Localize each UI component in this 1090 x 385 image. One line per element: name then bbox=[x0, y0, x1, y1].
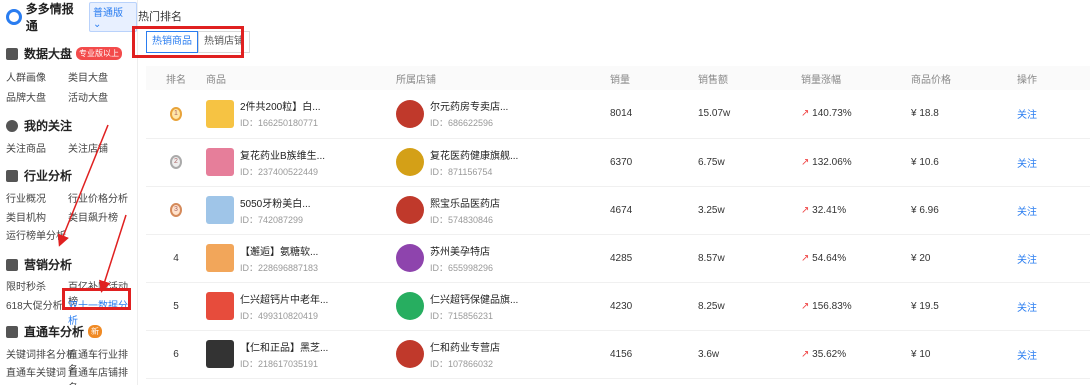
product-id: ID：228696887183 bbox=[240, 262, 319, 273]
shop-id: ID：574830846 bbox=[430, 214, 494, 225]
table-row[interactable]: 5 仁兴超钙片中老年... ID：499310820419 仁兴超钙保健品旗... ID… bbox=[146, 282, 1090, 331]
col-price: 商品价格 bbox=[911, 66, 1017, 90]
growth-value: 54.64% bbox=[812, 252, 847, 264]
shop-logo[interactable] bbox=[396, 148, 424, 176]
growth-value: 156.83% bbox=[812, 300, 852, 312]
sales-value: 8014 bbox=[610, 90, 698, 139]
amount-value: 3.25w bbox=[698, 186, 801, 235]
price-value: ¥ 19.5 bbox=[911, 282, 1017, 331]
table-row[interactable]: 3 5050牙粉美白... ID：742087299 熙宝乐品医药店 ID：574830… bbox=[146, 186, 1090, 235]
product-name[interactable]: 5050牙粉美白... bbox=[240, 195, 330, 210]
col-growth: 销量涨幅 bbox=[801, 66, 911, 90]
col-shop: 所属店铺 bbox=[396, 66, 610, 90]
product-id: ID：742087299 bbox=[240, 214, 304, 225]
page-title: 热门排名 bbox=[138, 11, 182, 23]
shop-id: ID：686622596 bbox=[430, 118, 494, 129]
trend-up-icon: ↗ bbox=[801, 156, 813, 168]
growth-value: 132.06% bbox=[812, 156, 852, 168]
product-id: ID：499310820419 bbox=[240, 310, 319, 321]
product-name[interactable]: 2件共200粒】白... bbox=[240, 98, 330, 113]
sales-value: 4230 bbox=[610, 282, 698, 331]
product-name[interactable]: 【仁和正品】黑芝... bbox=[240, 339, 330, 354]
main-content: 热门排名 热销商品 热销店铺 排名 商品 所属店铺 销量 销售额 销量涨幅 商品… bbox=[132, 0, 1090, 385]
price-value: ¥ 10 bbox=[911, 330, 1017, 379]
product-id: ID：237400522449 bbox=[240, 166, 319, 177]
sales-value: 6370 bbox=[610, 138, 698, 187]
sales-value: 4156 bbox=[610, 330, 698, 379]
product-thumbnail[interactable] bbox=[206, 244, 234, 272]
trend-up-icon: ↗ bbox=[801, 204, 813, 216]
product-thumbnail[interactable] bbox=[206, 292, 234, 320]
rank-number: 4 bbox=[173, 252, 179, 264]
tabs-highlight-box bbox=[132, 26, 244, 58]
follow-button[interactable]: 关注 bbox=[1017, 255, 1037, 266]
table-row[interactable]: 1 2件共200粒】白... ID：166250180771 尔元药房专卖店... ID… bbox=[146, 90, 1090, 139]
rank-number: 5 bbox=[173, 300, 179, 312]
shop-logo[interactable] bbox=[396, 340, 424, 368]
product-name[interactable]: 复花药业B族维生... bbox=[240, 147, 330, 162]
amount-value: 8.57w bbox=[698, 234, 801, 283]
follow-button[interactable]: 关注 bbox=[1017, 303, 1037, 314]
medal-icon: 3 bbox=[170, 203, 182, 217]
shop-name[interactable]: 仁兴超钙保健品旗... bbox=[430, 291, 550, 306]
shop-logo[interactable] bbox=[396, 292, 424, 320]
sales-value: 4285 bbox=[610, 234, 698, 283]
trend-up-icon: ↗ bbox=[801, 108, 813, 120]
medal-icon: 2 bbox=[170, 155, 182, 169]
table-row[interactable]: 2 复花药业B族维生... ID：237400522449 复花医药健康旗舰... ID… bbox=[146, 138, 1090, 187]
follow-button[interactable]: 关注 bbox=[1017, 159, 1037, 170]
col-action: 操作 bbox=[1017, 66, 1090, 90]
product-id: ID：218617035191 bbox=[240, 358, 319, 369]
rank-number: 6 bbox=[173, 348, 179, 360]
trend-up-icon: ↗ bbox=[801, 252, 813, 264]
growth-value: 32.41% bbox=[812, 204, 847, 216]
col-amount: 销售额 bbox=[698, 66, 801, 90]
product-name[interactable]: 【邂逅】氨糖软... bbox=[240, 243, 330, 258]
col-rank: 排名 bbox=[146, 66, 206, 90]
product-name[interactable]: 仁兴超钙片中老年... bbox=[240, 291, 330, 306]
follow-button[interactable]: 关注 bbox=[1017, 351, 1037, 362]
shop-logo[interactable] bbox=[396, 244, 424, 272]
ranking-table: 排名 商品 所属店铺 销量 销售额 销量涨幅 商品价格 操作 1 2件共200粒】… bbox=[146, 66, 1090, 379]
product-thumbnail[interactable] bbox=[206, 148, 234, 176]
sidebar: 多多情报通 普通版 ⌄ 数据大盘 专业版以上 人群画像 类目大盘 品牌大盘 活动… bbox=[0, 0, 138, 385]
shop-logo[interactable] bbox=[396, 99, 424, 128]
product-thumbnail[interactable] bbox=[206, 99, 234, 128]
shop-id: ID：871156754 bbox=[430, 166, 493, 177]
shop-logo[interactable] bbox=[396, 196, 424, 224]
medal-icon: 1 bbox=[170, 106, 182, 121]
growth-value: 35.62% bbox=[812, 348, 847, 360]
table-row[interactable]: 4 【邂逅】氨糖软... ID：228696887183 苏州美孕特店 ID：65599… bbox=[146, 234, 1090, 283]
shop-name[interactable]: 仁和药业专营店 bbox=[430, 339, 550, 354]
shop-name[interactable]: 苏州美孕特店 bbox=[430, 243, 550, 258]
amount-value: 8.25w bbox=[698, 282, 801, 331]
col-product: 商品 bbox=[206, 66, 396, 90]
product-thumbnail[interactable] bbox=[206, 196, 234, 224]
product-thumbnail[interactable] bbox=[206, 340, 234, 368]
shop-name[interactable]: 复花医药健康旗舰... bbox=[430, 147, 550, 162]
price-value: ¥ 6.96 bbox=[911, 186, 1017, 235]
follow-button[interactable]: 关注 bbox=[1017, 207, 1037, 218]
shop-name[interactable]: 尔元药房专卖店... bbox=[430, 98, 550, 113]
shop-name[interactable]: 熙宝乐品医药店 bbox=[430, 195, 550, 210]
table-row[interactable]: 6 【仁和正品】黑芝... ID：218617035191 仁和药业专营店 ID：107… bbox=[146, 330, 1090, 379]
price-value: ¥ 10.6 bbox=[911, 138, 1017, 187]
amount-value: 3.6w bbox=[698, 330, 801, 379]
sales-value: 4674 bbox=[610, 186, 698, 235]
shop-id: ID：107866032 bbox=[430, 358, 494, 369]
amount-value: 6.75w bbox=[698, 138, 801, 187]
price-value: ¥ 20 bbox=[911, 234, 1017, 283]
price-value: ¥ 18.8 bbox=[911, 90, 1017, 139]
shop-id: ID：655998296 bbox=[430, 262, 494, 273]
follow-button[interactable]: 关注 bbox=[1017, 110, 1037, 121]
annotation-arrows bbox=[57, 124, 127, 293]
amount-value: 15.07w bbox=[698, 90, 801, 139]
product-id: ID：166250180771 bbox=[240, 118, 319, 129]
trend-up-icon: ↗ bbox=[801, 348, 813, 360]
table-header: 排名 商品 所属店铺 销量 销售额 销量涨幅 商品价格 操作 bbox=[146, 66, 1090, 90]
growth-value: 140.73% bbox=[812, 108, 852, 120]
trend-up-icon: ↗ bbox=[801, 300, 813, 312]
col-sales: 销量 bbox=[610, 66, 698, 90]
shop-id: ID：715856231 bbox=[430, 310, 494, 321]
